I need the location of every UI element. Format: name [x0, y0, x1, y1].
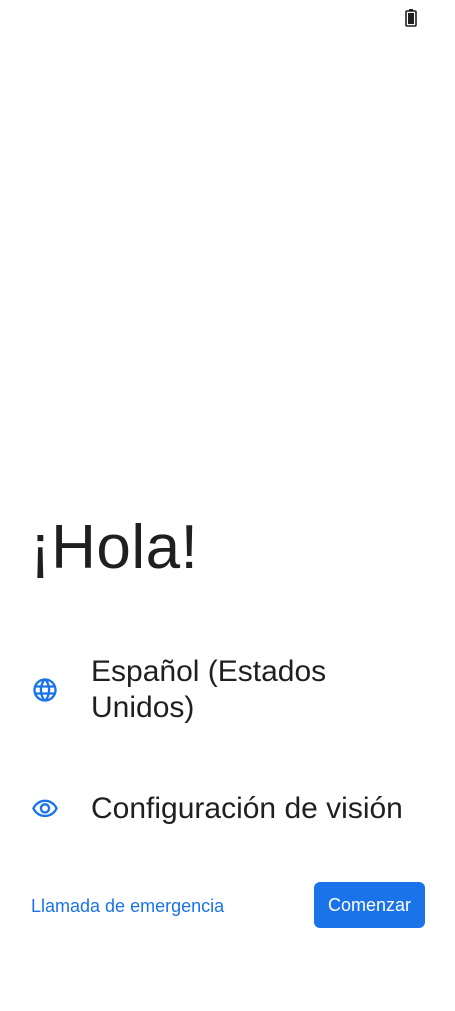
start-button[interactable]: Comenzar: [314, 882, 425, 928]
battery-icon: [405, 9, 417, 27]
emergency-call-link[interactable]: Llamada de emergencia: [31, 893, 224, 919]
language-label: Español (Estados Unidos): [91, 655, 327, 724]
page-title: ¡Hola!: [30, 513, 199, 582]
status-bar: [0, 0, 455, 36]
language-option[interactable]: Español (Estados Unidos): [0, 652, 455, 728]
globe-icon: [33, 678, 57, 702]
eye-icon: [32, 799, 58, 818]
vision-settings-option[interactable]: Configuración de visión: [0, 786, 455, 832]
vision-label: Configuración de visión: [91, 792, 403, 825]
